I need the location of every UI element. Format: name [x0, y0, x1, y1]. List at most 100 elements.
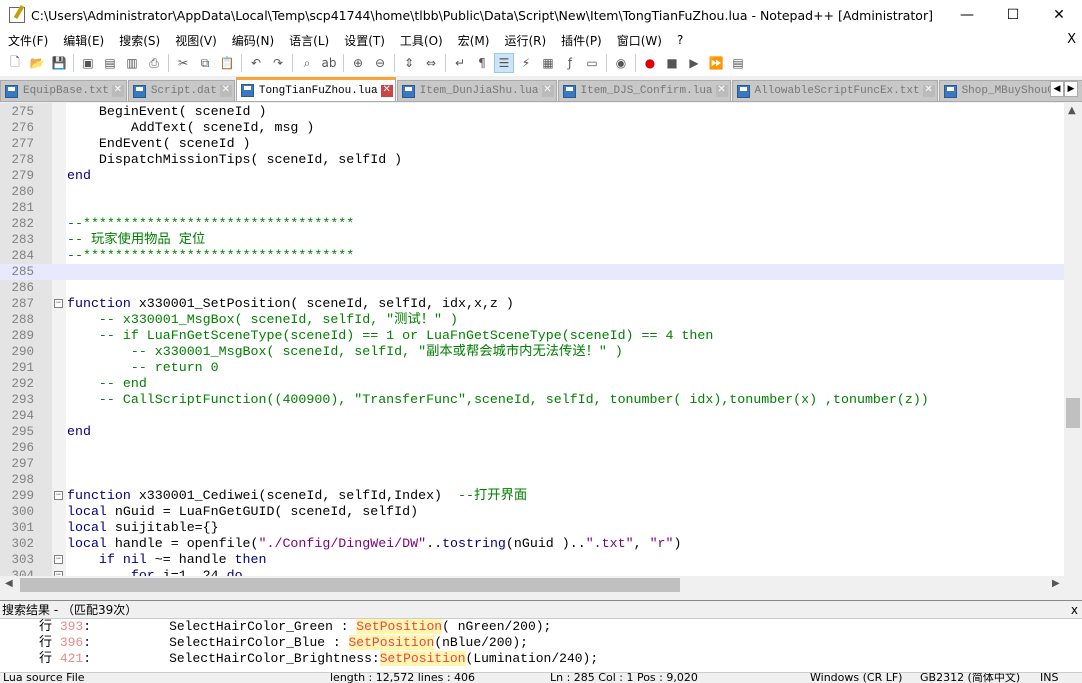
close-tab-icon[interactable]: ✕ — [219, 85, 232, 97]
code-token: BeginEvent( sceneId ) — [67, 104, 267, 119]
menu-item[interactable]: 编辑(E) — [55, 32, 111, 49]
code-line: 284 --********************************** — [0, 248, 1064, 264]
code-token: x330001_Cediwei(sceneId, selfId,Index) — [130, 488, 459, 503]
tab-scroll-left-button[interactable]: ◀ — [1050, 81, 1064, 97]
zoom-out-icon[interactable]: ⊖ — [370, 53, 390, 73]
horizontal-scrollbar[interactable]: ◀ ▶ — [0, 576, 1082, 594]
code-text: -- x330001_MsgBox( sceneId, selfId, "测试！… — [67, 312, 458, 328]
save-icon[interactable]: 💾 — [49, 53, 69, 73]
vertical-scroll-thumb[interactable] — [1066, 398, 1080, 428]
close-icon[interactable]: ▤ — [100, 53, 120, 73]
close-tab-icon[interactable]: ✕ — [922, 85, 935, 97]
play-macro-icon[interactable]: ▶ — [684, 53, 704, 73]
window-title: C:\Users\Administrator\AppData\Local\Tem… — [31, 7, 933, 23]
file-icon — [240, 84, 254, 97]
code-editor[interactable]: 275 BeginEvent( sceneId ) 276 AddText( sc… — [0, 103, 1064, 576]
line-number: 292 — [11, 377, 34, 391]
tab-item-dunjiashu-lua[interactable]: Item_DunJiaShu.lua ✕ — [396, 80, 557, 101]
line-number: 296 — [11, 441, 34, 455]
search-result-match: SetPosition — [348, 635, 435, 650]
tab-scroll-right-button[interactable]: ▶ — [1064, 81, 1078, 97]
close-button[interactable]: ✕ — [1036, 0, 1082, 30]
menu-item[interactable]: ? — [669, 33, 690, 47]
code-token: function — [67, 488, 131, 503]
redo-icon[interactable]: ↷ — [268, 53, 288, 73]
close-tab-icon[interactable]: ✕ — [111, 85, 124, 97]
vertical-scrollbar[interactable]: ▲ — [1064, 103, 1082, 576]
menu-item[interactable]: 设置(T) — [336, 32, 392, 49]
code-token: , — [633, 536, 650, 551]
close-tab-icon[interactable]: ✕ — [380, 84, 393, 97]
line-number: 300 — [11, 505, 34, 519]
menu-item[interactable]: 视图(V) — [167, 32, 224, 49]
scroll-right-icon[interactable]: ▶ — [1052, 578, 1060, 589]
record-macro-icon[interactable]: ● — [640, 53, 660, 73]
close-tab-icon[interactable]: ✕ — [715, 85, 728, 97]
udl-icon[interactable]: ⚡ — [516, 53, 536, 73]
doc-map-icon[interactable]: ▦ — [538, 53, 558, 73]
title-bar: C:\Users\Administrator\AppData\Local\Tem… — [0, 0, 1082, 30]
menu-item[interactable]: 搜索(S) — [111, 32, 167, 49]
line-number: 284 — [11, 249, 34, 263]
status-bar: Lua source File length : 12,572 lines : … — [0, 672, 1082, 683]
paste-icon[interactable]: 📋 — [217, 53, 237, 73]
fold-toggle-icon[interactable]: − — [54, 491, 63, 500]
scroll-up-icon[interactable]: ▲ — [1068, 105, 1076, 116]
tab-equipbase-txt[interactable]: EquipBase.txt ✕ — [0, 80, 127, 101]
menu-item[interactable]: 窗口(W) — [609, 32, 669, 49]
sync-v-icon[interactable]: ⇕ — [399, 53, 419, 73]
replace-icon[interactable]: ab — [319, 53, 339, 73]
monitor-icon[interactable]: ◉ — [611, 53, 631, 73]
code-line: 294 — [0, 408, 1064, 424]
folder-workspace-icon[interactable]: ▭ — [582, 53, 602, 73]
indent-guide-icon[interactable]: ☰ — [494, 53, 514, 73]
tab-allowablescriptfuncex-txt[interactable]: AllowableScriptFuncEx.txt ✕ — [731, 80, 938, 101]
print-icon[interactable]: ⎙ — [144, 53, 164, 73]
menu-item[interactable]: 宏(M) — [450, 32, 497, 49]
maximize-button[interactable]: ☐ — [990, 0, 1036, 30]
line-number: 285 — [11, 265, 34, 279]
tab-tongtianfuzhou-lua[interactable]: TongTianFuZhou.lua ✕ — [235, 77, 396, 101]
save-macro-icon[interactable]: ▤ — [728, 53, 748, 73]
fold-toggle-icon[interactable]: − — [54, 299, 63, 308]
tab-script-dat[interactable]: Script.dat ✕ — [127, 80, 235, 101]
menu-item[interactable]: 插件(P) — [553, 32, 609, 49]
search-result-row[interactable]: 行 393: SelectHairColor_Green : SetPositi… — [0, 619, 1082, 635]
line-number: 298 — [11, 473, 34, 487]
fold-toggle-icon[interactable]: − — [54, 555, 63, 564]
close-tab-icon[interactable]: ✕ — [541, 85, 554, 97]
tab-item-djs-confirm-lua[interactable]: Item_DJS_Confirm.lua ✕ — [557, 80, 731, 101]
scroll-left-icon[interactable]: ◀ — [5, 578, 13, 589]
save-all-icon[interactable]: ▣ — [78, 53, 98, 73]
close-all-icon[interactable]: ▥ — [122, 53, 142, 73]
close-panel-button[interactable]: x — [1071, 601, 1078, 619]
code-text: BeginEvent( sceneId ) — [67, 104, 267, 120]
word-wrap-icon[interactable]: ↵ — [450, 53, 470, 73]
code-text: DispatchMissionTips( sceneId, selfId ) — [67, 152, 402, 168]
new-file-icon[interactable]: 🗋 — [5, 53, 25, 73]
stop-macro-icon[interactable]: ■ — [662, 53, 682, 73]
minimize-button[interactable]: — — [944, 0, 990, 30]
horizontal-scroll-thumb[interactable] — [20, 578, 680, 592]
status-file-type: Lua source File — [3, 672, 85, 683]
find-icon[interactable]: ⌕ — [297, 53, 317, 73]
code-line: 287 − function x330001_SetPosition( sceneI… — [0, 296, 1064, 312]
function-list-icon[interactable]: ƒ — [560, 53, 580, 73]
zoom-in-icon[interactable]: ⊕ — [348, 53, 368, 73]
menu-item[interactable]: 运行(R) — [496, 32, 553, 49]
run-macro-multiple-icon[interactable]: ⏩ — [706, 53, 726, 73]
copy-icon[interactable]: ⧉ — [195, 53, 215, 73]
sync-h-icon[interactable]: ⇔ — [421, 53, 441, 73]
open-file-icon[interactable]: 📂 — [27, 53, 47, 73]
search-result-row[interactable]: 行 396: SelectHairColor_Blue : SetPositio… — [0, 635, 1082, 651]
cut-icon[interactable]: ✂ — [173, 53, 193, 73]
menu-item[interactable]: 工具(O) — [392, 32, 450, 49]
menu-item[interactable]: 编码(N) — [224, 32, 281, 49]
menu-item[interactable]: 语言(L) — [281, 32, 336, 49]
close-document-button[interactable]: X — [1067, 32, 1076, 47]
undo-icon[interactable]: ↶ — [246, 53, 266, 73]
search-result-row[interactable]: 行 421: SelectHairColor_Brightness:SetPos… — [0, 651, 1082, 667]
menu-item[interactable]: 文件(F) — [0, 32, 55, 49]
show-all-icon[interactable]: ¶ — [472, 53, 492, 73]
notepad-plus-plus-icon — [9, 7, 25, 23]
